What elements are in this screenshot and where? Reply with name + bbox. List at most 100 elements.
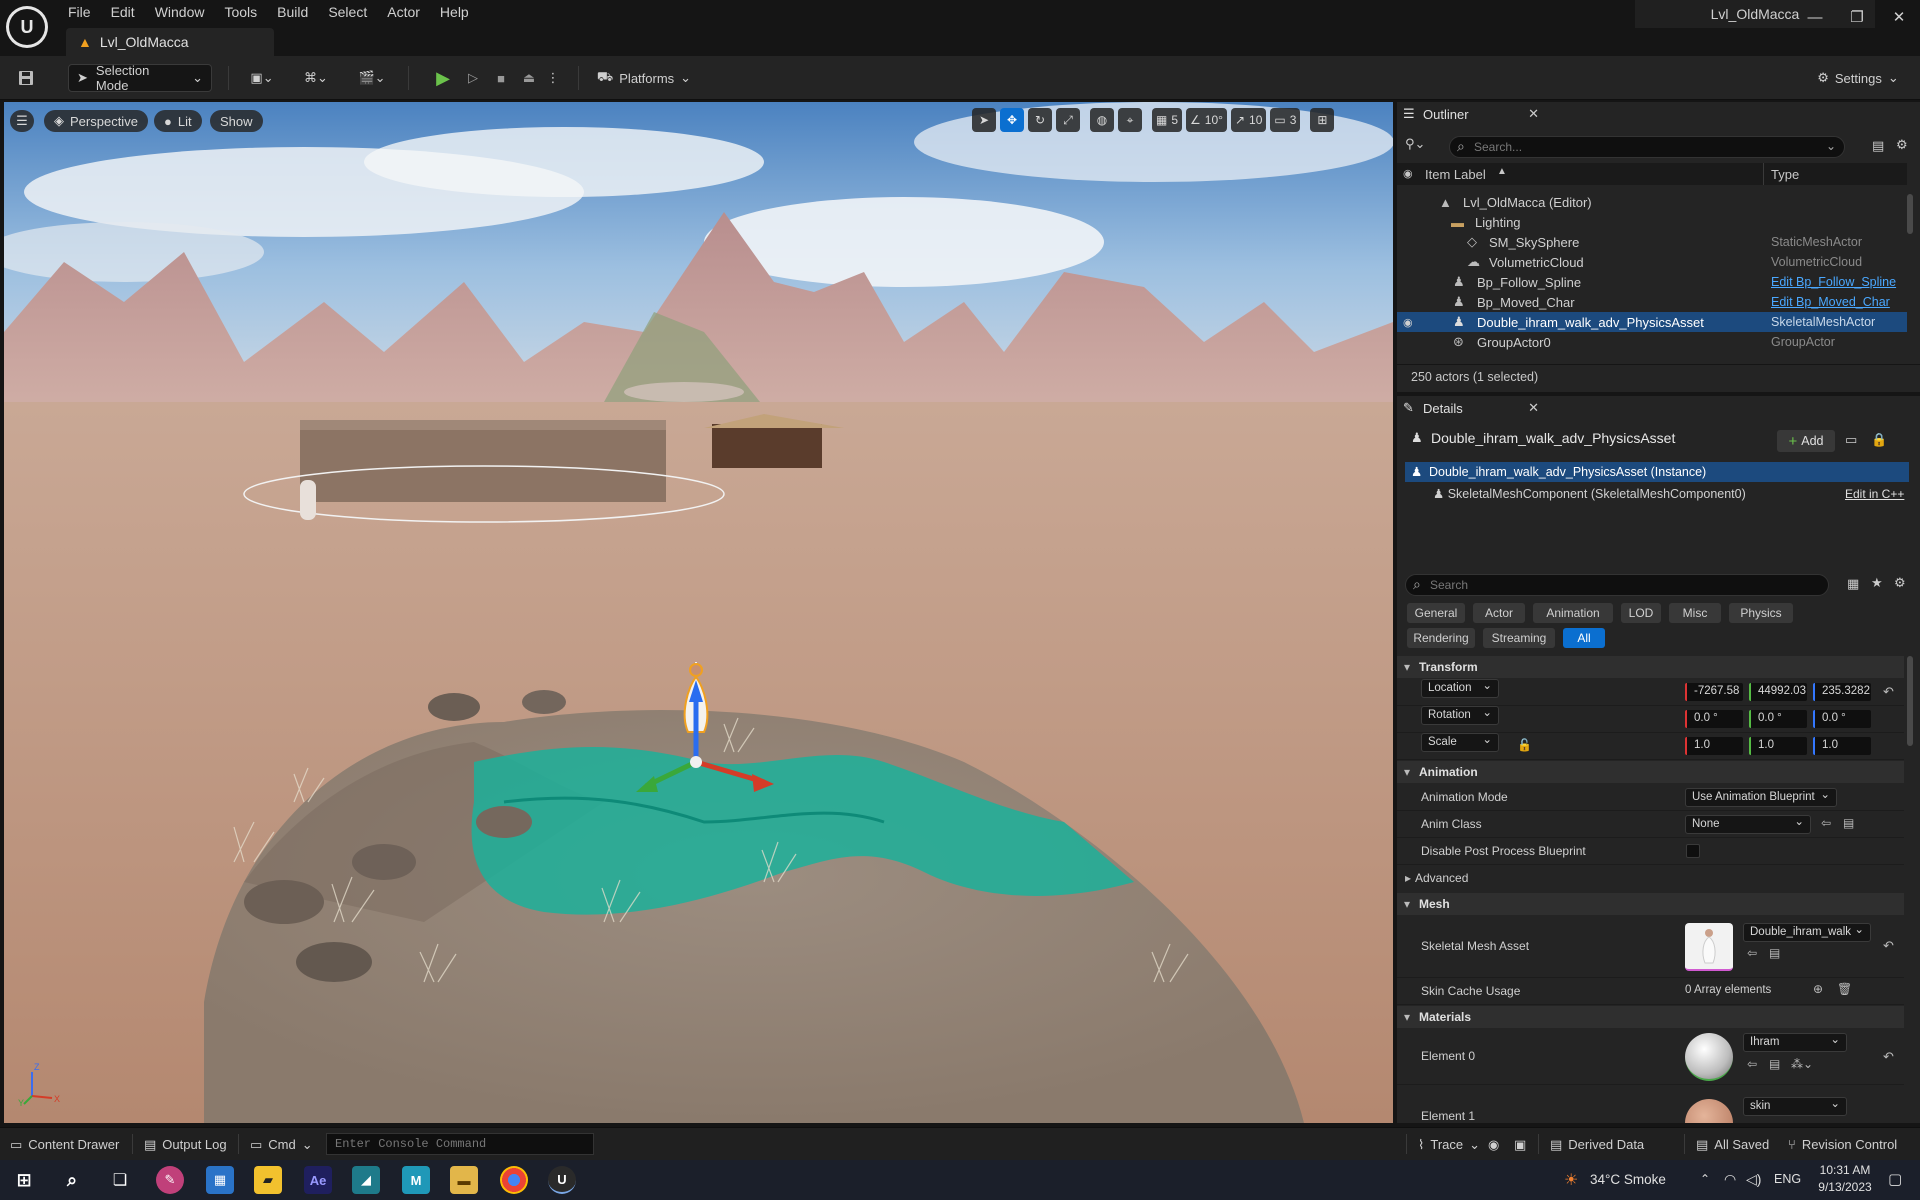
outliner-row[interactable]: ☁ VolumetricCloud VolumetricCloud: [1397, 252, 1907, 272]
step-icon[interactable]: ▷: [460, 64, 486, 92]
add-element-icon[interactable]: ⊕: [1813, 982, 1823, 996]
outliner-row[interactable]: ◇ SM_SkySphere StaticMeshActor: [1397, 232, 1907, 252]
visibility-icon[interactable]: ◉: [1403, 167, 1413, 180]
outliner-row[interactable]: ♟ Bp_Moved_Char Edit Bp_Moved_Char: [1397, 292, 1907, 312]
location-z-field[interactable]: 235.3282: [1813, 683, 1871, 701]
outliner-row-selected[interactable]: ◉ ♟ Double_ihram_walk_adv_PhysicsAsset S…: [1397, 312, 1907, 332]
material-thumbnail[interactable]: [1685, 1099, 1733, 1123]
settings-dropdown[interactable]: ⚙ Settings ⌄: [1810, 64, 1906, 92]
use-selected-icon[interactable]: ⇦: [1747, 1057, 1757, 1071]
derived-data-button[interactable]: ▤ Derived Data: [1550, 1128, 1644, 1161]
file-explorer-icon[interactable]: ▬: [450, 1166, 478, 1194]
gear-icon[interactable]: ⚙: [1896, 137, 1908, 153]
location-dropdown[interactable]: Location: [1421, 678, 1499, 698]
lock-icon[interactable]: 🔒: [1871, 432, 1887, 448]
star-icon[interactable]: ★: [1871, 575, 1883, 591]
world-space-icon[interactable]: ◍: [1090, 108, 1114, 132]
scale-x-field[interactable]: 1.0: [1685, 737, 1743, 755]
lit-button[interactable]: ● Lit: [154, 110, 202, 132]
location-y-field[interactable]: 44992.03: [1749, 683, 1807, 701]
tab-all[interactable]: All: [1563, 628, 1605, 648]
minimize-icon[interactable]: —: [1800, 4, 1830, 30]
reset-arrow-icon[interactable]: ↶: [1883, 938, 1894, 954]
blueprint-icon[interactable]: ⌘⌄: [296, 64, 336, 92]
unlock-icon[interactable]: 🔓: [1517, 738, 1532, 752]
table-view-icon[interactable]: ▦: [1847, 576, 1859, 592]
tab-lod[interactable]: LOD: [1621, 603, 1661, 623]
menu-file[interactable]: File: [60, 0, 103, 24]
advanced-row[interactable]: ▸ Advanced: [1397, 865, 1904, 892]
task-view-icon[interactable]: ❏: [106, 1166, 134, 1194]
menu-window[interactable]: Window: [147, 0, 217, 24]
selection-mode-dropdown[interactable]: ➤ Selection Mode ⌄: [68, 63, 212, 93]
scrollbar[interactable]: [1907, 656, 1913, 746]
tab-actor[interactable]: Actor: [1473, 603, 1525, 623]
details-search-input[interactable]: Search: [1405, 574, 1829, 596]
rotation-x-field[interactable]: 0.0 °: [1685, 710, 1743, 728]
scale-dropdown[interactable]: Scale: [1421, 732, 1499, 752]
tab-rendering[interactable]: Rendering: [1407, 628, 1475, 648]
add-component-button[interactable]: + Add: [1777, 430, 1835, 452]
use-selected-icon[interactable]: ⇦: [1821, 816, 1831, 830]
mesh-thumbnail[interactable]: [1685, 923, 1733, 971]
outliner-row[interactable]: ⊛ GroupActor0 GroupActor: [1397, 332, 1907, 352]
scale-snap-button[interactable]: ↗ 10: [1230, 108, 1267, 132]
close-icon[interactable]: ✕: [1528, 400, 1539, 416]
after-effects-icon[interactable]: Ae: [304, 1166, 332, 1194]
camera-speed-button[interactable]: ▭ 3: [1270, 108, 1301, 132]
show-button[interactable]: Show: [210, 110, 263, 132]
paint-app-icon[interactable]: ✎: [156, 1166, 184, 1194]
menu-edit[interactable]: Edit: [103, 0, 147, 24]
restore-icon[interactable]: ❐: [1842, 4, 1872, 30]
animation-section-header[interactable]: Animation: [1397, 761, 1904, 783]
location-x-field[interactable]: -7267.58: [1685, 683, 1743, 701]
windows-start-icon[interactable]: ⊞: [10, 1166, 38, 1194]
clock-date[interactable]: 9/13/2023: [1810, 1180, 1880, 1194]
perspective-button[interactable]: ◈ Perspective: [44, 110, 148, 132]
eject-icon[interactable]: ⏏: [516, 64, 542, 92]
filter-icon[interactable]: ⚲⌄: [1405, 136, 1425, 152]
column-item-label[interactable]: Item Label: [1425, 167, 1486, 182]
more-options-icon[interactable]: ⋮: [546, 64, 560, 92]
disable-pp-checkbox[interactable]: [1686, 844, 1700, 858]
tab-general[interactable]: General: [1407, 603, 1465, 623]
edit-cpp-link[interactable]: Edit in C++: [1845, 487, 1904, 501]
viewport-layout-icon[interactable]: ⊞: [1310, 108, 1335, 132]
tab-animation[interactable]: Animation: [1533, 603, 1613, 623]
column-type[interactable]: Type: [1771, 167, 1799, 182]
wifi-icon[interactable]: ◠: [1724, 1171, 1736, 1188]
cinematics-icon[interactable]: 🎬⌄: [352, 64, 392, 92]
weather-text[interactable]: 34°C Smoke: [1590, 1172, 1666, 1187]
rotation-dropdown[interactable]: Rotation: [1421, 705, 1499, 725]
rotation-z-field[interactable]: 0.0 °: [1813, 710, 1871, 728]
revision-control-button[interactable]: ⑂ Revision Control: [1788, 1128, 1897, 1161]
outliner-row[interactable]: ♟ Bp_Follow_Spline Edit Bp_Follow_Spline: [1397, 272, 1907, 292]
calculator-icon[interactable]: ▦: [206, 1166, 234, 1194]
component-row[interactable]: ♟ SkeletalMeshComponent (SkeletalMeshCom…: [1433, 486, 1746, 501]
record-icon[interactable]: ◉: [1488, 1128, 1499, 1161]
outliner-search-input[interactable]: Search... ⌄: [1449, 136, 1845, 158]
transform-section-header[interactable]: Transform: [1397, 656, 1904, 678]
viewport-menu-icon[interactable]: ☰: [10, 110, 34, 132]
screenshot-icon[interactable]: ▣: [1514, 1128, 1526, 1161]
rotation-y-field[interactable]: 0.0 °: [1749, 710, 1807, 728]
clock-time[interactable]: 10:31 AM: [1810, 1163, 1880, 1177]
visibility-icon[interactable]: ◉: [1403, 316, 1413, 329]
scale-y-field[interactable]: 1.0: [1749, 737, 1807, 755]
materials-section-header[interactable]: Materials: [1397, 1006, 1904, 1028]
menu-help[interactable]: Help: [432, 0, 481, 24]
reset-arrow-icon[interactable]: ↶: [1883, 684, 1894, 700]
unreal-engine-icon[interactable]: U: [548, 1166, 576, 1194]
tab-physics[interactable]: Physics: [1729, 603, 1793, 623]
surface-snap-icon[interactable]: ⌖: [1118, 108, 1142, 132]
details-tab[interactable]: ✎ Details ✕: [1397, 396, 1547, 420]
sticky-notes-icon[interactable]: ▰: [254, 1166, 282, 1194]
reset-arrow-icon[interactable]: ↶: [1883, 1049, 1894, 1065]
select-tool-icon[interactable]: ➤: [972, 108, 996, 132]
close-icon[interactable]: ✕: [1528, 106, 1539, 122]
chevron-up-icon[interactable]: ⌃: [1700, 1172, 1710, 1186]
anim-class-dropdown[interactable]: None: [1685, 814, 1811, 834]
add-actor-icon[interactable]: ▣⌄: [242, 64, 282, 92]
rotation-snap-button[interactable]: ∠ 10°: [1186, 108, 1227, 132]
notifications-icon[interactable]: ▢: [1888, 1170, 1902, 1188]
